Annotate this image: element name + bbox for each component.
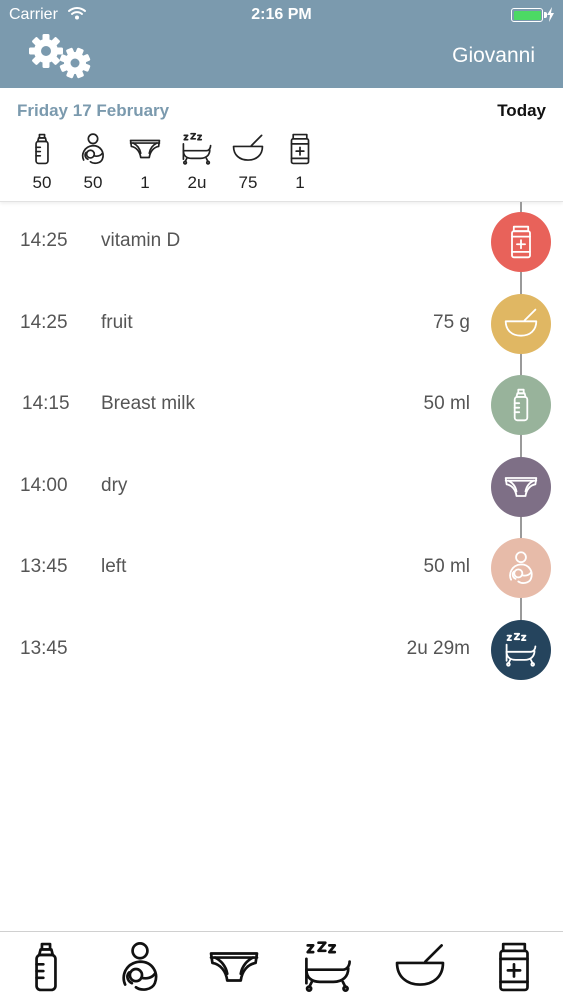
breastfeeding-icon — [76, 132, 110, 166]
daily-summary: Friday 17 February Today 50 50 1 2u 75 1 — [0, 88, 563, 202]
summary-bottle: 50 — [17, 132, 67, 193]
entry-time: 13:45 — [20, 638, 68, 659]
food-bowl-icon — [503, 306, 539, 342]
entry-amount: 2u 29m — [406, 638, 470, 659]
tab-bar — [0, 931, 563, 1000]
entry-time: 14:00 — [20, 475, 68, 496]
sleep-crib-icon — [301, 940, 355, 994]
diaper-icon — [128, 132, 162, 166]
food-badge[interactable] — [491, 294, 551, 354]
entry-label: vitamin D — [101, 230, 181, 251]
summary-value: 1 — [140, 173, 150, 192]
entry-time: 14:15 — [22, 393, 70, 414]
summary-date[interactable]: Friday 17 February — [17, 101, 169, 121]
diaper-badge[interactable] — [491, 457, 551, 517]
bottle-icon — [25, 132, 59, 166]
breastfeeding-icon — [113, 940, 167, 994]
medicine-badge[interactable] — [491, 212, 551, 272]
entry-amount: 50 ml — [423, 556, 470, 577]
summary-value: 50 — [83, 173, 103, 192]
tab-sleep[interactable] — [301, 940, 357, 994]
entry-amount: 50 ml — [423, 393, 470, 414]
status-time: 2:16 PM — [251, 6, 312, 23]
summary-sleep: 2u — [172, 132, 222, 193]
summary-diaper: 1 — [120, 132, 170, 193]
user-name-button[interactable]: Giovanni — [452, 44, 535, 68]
summary-value: 2u — [187, 173, 207, 192]
timeline-row[interactable]: 13:45 2u 29m — [0, 609, 563, 691]
bottle-badge[interactable] — [491, 375, 551, 435]
summary-value: 1 — [295, 173, 305, 192]
diaper-icon — [503, 469, 539, 505]
sleep-crib-icon — [503, 632, 539, 668]
breastfeeding-badge[interactable] — [491, 538, 551, 598]
charging-bolt-icon — [547, 7, 554, 22]
food-bowl-icon — [231, 132, 265, 166]
diaper-icon — [207, 940, 261, 994]
bottle-icon — [19, 940, 73, 994]
entry-time: 14:25 — [20, 230, 68, 251]
medicine-icon — [503, 224, 539, 260]
entry-time: 13:45 — [20, 556, 68, 577]
timeline-row[interactable]: 14:00 dry — [0, 446, 563, 528]
summary-value: 75 — [238, 173, 258, 192]
medicine-icon — [487, 940, 541, 994]
settings-gears-icon[interactable] — [26, 34, 96, 80]
sleep-badge[interactable] — [491, 620, 551, 680]
summary-breastfeeding: 50 — [68, 132, 118, 193]
timeline-row[interactable]: 14:25 vitamin D — [0, 201, 563, 283]
sleep-crib-icon — [180, 132, 214, 166]
timeline-row[interactable]: 14:25 fruit 75 g — [0, 283, 563, 365]
battery-icon — [511, 8, 547, 22]
breastfeeding-icon — [503, 550, 539, 586]
summary-value: 50 — [32, 173, 52, 192]
food-bowl-icon — [393, 940, 447, 994]
summary-food: 75 — [223, 132, 273, 193]
timeline-row[interactable]: 14:15 Breast milk 50 ml — [0, 364, 563, 446]
tab-medicine[interactable] — [487, 940, 543, 994]
entry-label: Breast milk — [101, 393, 195, 414]
bottle-icon — [503, 387, 539, 423]
tab-food[interactable] — [393, 940, 449, 994]
tab-bottle[interactable] — [19, 940, 75, 994]
medicine-icon — [283, 132, 317, 166]
entry-label: fruit — [101, 312, 133, 333]
nav-bar: Carrier 2:16 PM Giovanni — [0, 0, 563, 88]
entry-time: 14:25 — [20, 312, 68, 333]
tab-breastfeeding[interactable] — [113, 940, 169, 994]
entry-label: dry — [101, 475, 128, 496]
tab-diaper[interactable] — [207, 940, 263, 994]
entry-amount: 75 g — [433, 312, 470, 333]
summary-medicine: 1 — [275, 132, 325, 193]
entry-label: left — [101, 556, 127, 577]
status-bar: Carrier 2:16 PM — [0, 0, 563, 30]
today-button[interactable]: Today — [497, 101, 546, 121]
timeline-row[interactable]: 13:45 left 50 ml — [0, 527, 563, 609]
